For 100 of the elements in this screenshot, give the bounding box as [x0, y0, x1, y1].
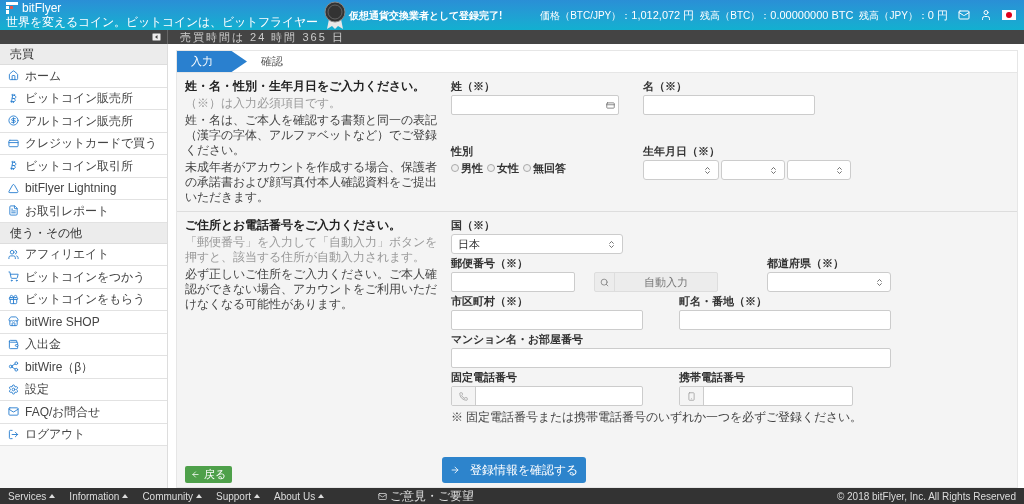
stat-label: 価格（BTC/JPY）： [540, 8, 632, 23]
section-title: ご住所とお電話番号をご入力ください。 [185, 218, 402, 233]
field-label: 市区町村（※） [451, 294, 529, 308]
confirm-button[interactable]: 登録情報を確認する [442, 457, 586, 483]
sidebar-item[interactable]: bitWire SHOP [0, 311, 167, 334]
description-text: 必ず正しいご住所をご入力ください。ご本人確認ができない場合、アカウントをご利用いただけなくなる可能性があります。 [185, 267, 437, 312]
stat-value: 0 円 [927, 7, 948, 23]
mail-icon [8, 406, 19, 418]
sidebar-item[interactable]: クレジットカードで買う [0, 132, 167, 155]
dropdown-arrow-icon [769, 165, 778, 175]
note-text: （※）は入力必須項目です。 [185, 96, 342, 111]
sidebar-section-title: 売買 [0, 44, 167, 65]
sidebar-item[interactable]: 入出金 [0, 333, 167, 356]
caret-icon [122, 494, 129, 498]
phone-icon [459, 391, 468, 401]
caret-icon [49, 494, 56, 498]
caret-icon [195, 494, 202, 498]
gender-radio[interactable]: 女性 [487, 160, 519, 177]
sidebar-item[interactable]: 設定 [0, 378, 167, 401]
footer-menu[interactable]: Information [69, 488, 129, 504]
input-field[interactable] [643, 95, 815, 115]
field-label: 携帯電話番号 [679, 370, 746, 384]
input-field[interactable] [679, 310, 891, 330]
cart-icon [8, 271, 19, 283]
gender-radio[interactable]: 無回答 [523, 160, 566, 177]
sidebar-item[interactable]: ビットコイン取引所 [0, 155, 167, 178]
input-field[interactable] [679, 386, 853, 406]
sidebar-item[interactable]: bitFlyer Lightning [0, 177, 167, 200]
user-icon[interactable] [980, 9, 992, 21]
badge-text: 仮想通貨交換業者として登録完了! [349, 8, 503, 23]
gender-radio[interactable]: 男性 [451, 160, 483, 177]
select-field[interactable] [787, 160, 851, 180]
phone-note: ※ 固定電話番号または携帯電話番号のいずれか一つを必ずご登録ください。 [451, 410, 864, 425]
sidebar-item[interactable]: アフィリエイト [0, 243, 167, 266]
wallet-icon [8, 338, 19, 350]
credit-card-icon [8, 137, 19, 149]
coin-icon [8, 115, 19, 127]
footer-menu[interactable]: Community [142, 488, 202, 504]
logo-icon [6, 2, 18, 14]
field-label: 固定電話番号 [451, 370, 518, 384]
stat-value: 1,012,072 円 [631, 7, 695, 23]
search-icon [600, 277, 609, 287]
triangle-icon [8, 182, 19, 194]
sidebar-item[interactable]: ビットコインをもらう [0, 288, 167, 311]
sidebar-item[interactable]: ビットコイン販売所 [0, 87, 167, 110]
section-title: 姓・名・性別・生年月日をご入力ください。 [185, 79, 426, 94]
field-label: 都道府県（※） [767, 256, 845, 270]
copyright-text: © 2018 bitFlyer, Inc. All Rights Reserved [836, 489, 1016, 504]
sidebar-item[interactable]: ホーム [0, 65, 167, 88]
sidebar-item[interactable]: ビットコインをつかう [0, 266, 167, 289]
select-field[interactable] [643, 160, 719, 180]
description-text: 姓・名は、ご本人を確認する書類と同一の表記（漢字の字体、アルファベットなど）でご登録ください。 [185, 113, 437, 158]
home-icon [8, 70, 19, 82]
caret-icon [318, 494, 325, 498]
input-field[interactable] [451, 386, 643, 406]
sidebar-item[interactable]: アルトコイン販売所 [0, 110, 167, 133]
stat-label: 残高（BTC）： [700, 8, 771, 23]
footer-menu[interactable]: Support [215, 488, 260, 504]
field-label: 町名・番地（※） [679, 294, 768, 308]
field-label: 性別 [451, 144, 474, 158]
feedback-link[interactable]: ご意見・ご要望 [390, 488, 475, 504]
sidebar-item[interactable]: FAQ/お問合せ [0, 401, 167, 424]
select-field[interactable] [767, 272, 891, 292]
field-label: 国（※） [451, 218, 496, 232]
badge-icon [324, 1, 346, 29]
select-field[interactable]: 日本 [451, 234, 623, 254]
mobile-phone-icon [687, 391, 696, 401]
trading-hours-text: 売買時間は 24 時間 365 日 [180, 30, 345, 44]
input-field[interactable] [451, 348, 891, 368]
field-label: 郵便番号（※） [451, 256, 529, 270]
auto-fill-button[interactable]: 自動入力 [594, 272, 718, 292]
stat-value: 0.00000000 BTC [770, 7, 854, 23]
people-icon [8, 248, 19, 260]
collapse-icon[interactable] [152, 33, 161, 41]
field-label: 生年月日（※） [643, 144, 721, 158]
input-field[interactable] [451, 310, 643, 330]
store-icon [8, 316, 19, 328]
tagline: 世界を変えるコイン。ビットコインは、ビットフライヤー [6, 14, 319, 29]
document-icon [8, 205, 19, 217]
mail-icon[interactable] [958, 9, 970, 21]
id-card-icon [606, 100, 615, 110]
note-text: 「郵便番号」を入力して「自動入力」ボタンを押すと、該当する住所が自動入力されます。 [185, 235, 437, 265]
footer-menu[interactable]: About Us [274, 488, 325, 504]
dropdown-arrow-icon [875, 277, 884, 287]
field-label: 名（※） [643, 79, 688, 93]
sidebar-item[interactable]: ログアウト [0, 423, 167, 446]
arrow-left-icon [191, 470, 200, 479]
field-label: 姓（※） [451, 79, 496, 93]
mail-icon [378, 491, 388, 501]
description-text: 未成年者がアカウントを作成する場合、保護者の承諾書および顔写真付本人確認資料をご提出いただきます。 [185, 160, 437, 205]
input-field[interactable] [451, 272, 575, 292]
footer-menu[interactable]: Services [8, 488, 56, 504]
settings-icon [8, 383, 19, 395]
select-field[interactable] [721, 160, 785, 180]
share-icon [8, 361, 19, 373]
flag-icon[interactable] [1002, 10, 1016, 20]
sidebar-item[interactable]: お取引レポート [0, 200, 167, 223]
input-field[interactable] [451, 95, 619, 115]
logout-icon [8, 428, 19, 440]
sidebar-item[interactable]: bitWire（β） [0, 356, 167, 379]
